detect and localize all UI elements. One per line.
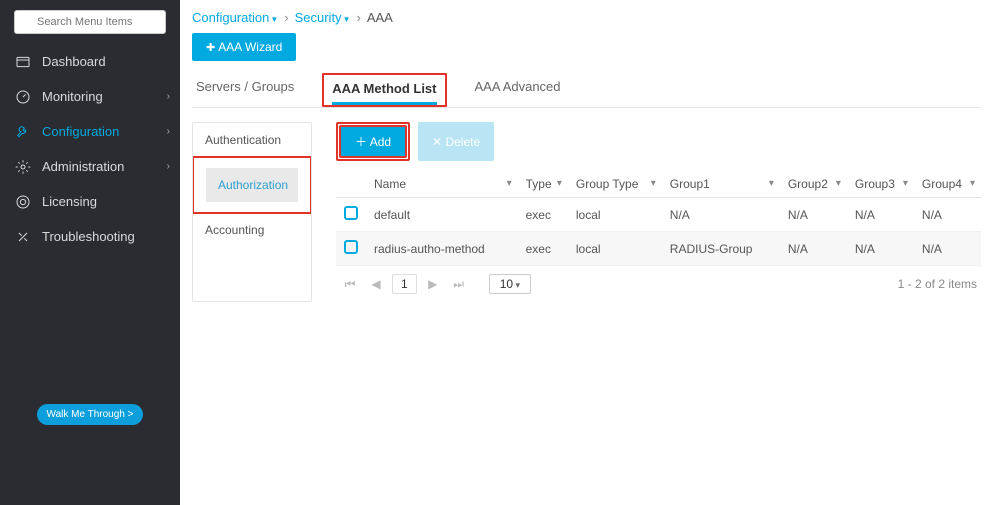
tab-servers-groups[interactable]: Servers / Groups [196,73,294,107]
crumb-configuration[interactable]: Configuration▼ [192,10,278,25]
breadcrumb: Configuration▼ › Security▼ › AAA [192,10,981,25]
sidebar-item-administration[interactable]: Administration › [0,149,180,184]
row-checkbox[interactable] [344,240,358,254]
chevron-right-icon: › [167,91,170,102]
chevron-right-icon: › [167,161,170,172]
pager-first[interactable]: ⏮ [340,274,360,294]
main-tabs: Servers / Groups AAA Method List AAA Adv… [192,73,981,108]
delete-button[interactable]: ✕ Delete [418,122,494,161]
filter-icon[interactable]: ▾ [836,178,841,189]
sidebar-item-label: Configuration [42,124,119,139]
row-checkbox[interactable] [344,206,358,220]
gear-icon [14,158,32,176]
add-button[interactable]: ＋ Add [339,125,407,158]
pager-perpage[interactable]: 10 [489,274,531,294]
subtab-accounting[interactable]: Accounting [193,213,311,247]
method-list-table: Name▾ Type▾ Group Type▾ Group1▾ Group2▾ … [336,171,981,266]
walk-me-through-button[interactable]: Walk Me Through > [37,404,144,425]
chevron-right-icon: › [167,126,170,137]
table-pager: ⏮ ◀ 1 ▶ ⏭ 10 1 - 2 of 2 items [336,266,981,302]
sidebar-item-dashboard[interactable]: Dashboard [0,44,180,79]
search-input[interactable] [14,10,166,34]
license-icon [14,193,32,211]
sidebar-item-label: Troubleshooting [42,229,135,244]
method-list-subnav: Authentication Authorization Accounting [192,122,312,302]
filter-icon[interactable]: ▾ [769,178,774,189]
table-row[interactable]: defaultexeclocalN/AN/AN/AN/A [336,198,981,232]
subtab-authentication[interactable]: Authentication [193,123,311,157]
filter-icon[interactable]: ▾ [903,178,908,189]
sidebar-item-monitoring[interactable]: Monitoring › [0,79,180,114]
tab-aaa-method-list[interactable]: AAA Method List [332,75,436,105]
sidebar-item-label: Dashboard [42,54,106,69]
filter-icon[interactable]: ▾ [507,178,512,189]
filter-icon[interactable]: ▾ [557,178,562,189]
sidebar-item-label: Monitoring [42,89,103,104]
pager-page[interactable]: 1 [392,274,417,294]
sidebar-item-configuration[interactable]: Configuration › [0,114,180,149]
pager-status: 1 - 2 of 2 items [898,277,977,291]
tools-icon [14,228,32,246]
aaa-wizard-button[interactable]: AAA Wizard [192,33,296,61]
table-row[interactable]: radius-autho-methodexeclocalRADIUS-Group… [336,232,981,266]
method-list-panel: ＋ Add ✕ Delete Name▾ Type▾ Group Type▾ G… [336,122,981,302]
sidebar: Dashboard Monitoring › Configuration › A… [0,0,180,505]
crumb-current: AAA [367,10,393,25]
gauge-icon [14,88,32,106]
filter-icon[interactable]: ▾ [970,178,975,189]
tab-aaa-advanced[interactable]: AAA Advanced [475,73,561,107]
sidebar-item-licensing[interactable]: Licensing [0,184,180,219]
pager-prev[interactable]: ◀ [366,274,386,294]
pager-next[interactable]: ▶ [423,274,443,294]
wrench-icon [14,123,32,141]
dashboard-icon [14,53,32,71]
filter-icon[interactable]: ▾ [651,178,656,189]
subtab-authorization[interactable]: Authorization [206,168,298,202]
sidebar-item-label: Administration [42,159,124,174]
sidebar-item-label: Licensing [42,194,97,209]
main-content: Configuration▼ › Security▼ › AAA AAA Wiz… [180,0,999,505]
crumb-security[interactable]: Security▼ [295,10,351,25]
pager-last[interactable]: ⏭ [449,274,469,294]
sidebar-item-troubleshooting[interactable]: Troubleshooting [0,219,180,254]
